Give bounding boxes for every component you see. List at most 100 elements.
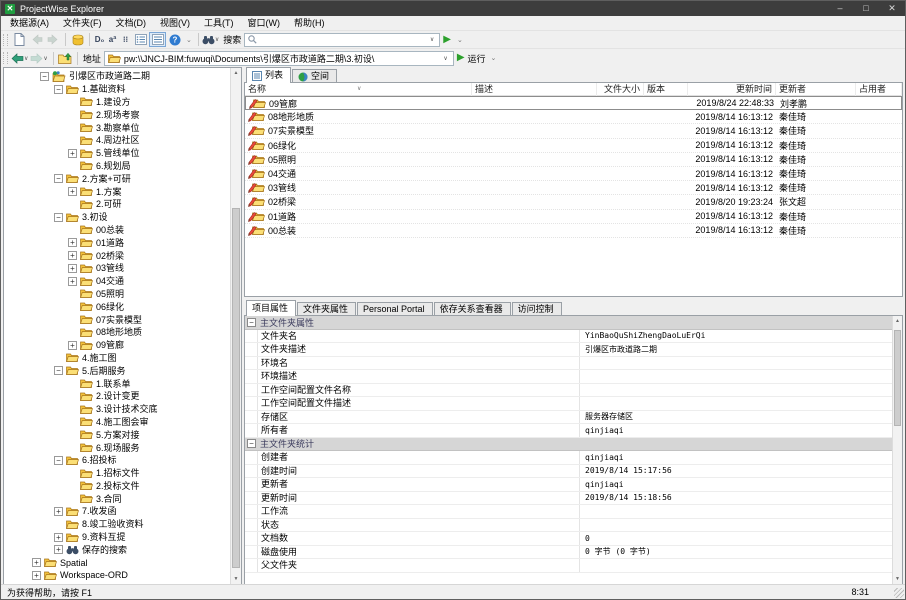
tree-item[interactable]: 2.投标文件 [4,480,230,493]
property-row[interactable]: 工作流 [245,505,902,519]
property-tab-Personal Portal[interactable]: Personal Portal [357,302,433,316]
property-row[interactable]: 更新时间2019/8/14 15:18:56 [245,492,902,506]
tree-scrollbar[interactable]: ▲ ▼ [230,68,241,584]
tree-item[interactable]: +01道路 [4,236,230,249]
view-tab-列表[interactable]: 列表 [246,67,291,83]
property-tab-访问控制[interactable]: 访问控制 [512,302,562,316]
tree-item[interactable]: 8.竣工验收资料 [4,518,230,531]
back-icon[interactable] [11,51,24,66]
tree-item[interactable]: 2.现场考察 [4,108,230,121]
expand-icon[interactable]: + [68,251,77,260]
menu-item[interactable]: 数据源(A) [3,16,56,30]
tree-item[interactable]: 4.施工图 [4,352,230,365]
search-go-icon[interactable]: ▶ [443,35,451,45]
property-row[interactable]: 环境名 [245,357,902,371]
toolbar-overflow-icon[interactable]: ⌄ [457,36,463,44]
property-row[interactable]: 状态 [245,519,902,533]
tree-item[interactable]: 1.建设方 [4,96,230,109]
address-input[interactable]: pw:\\JNCJ-BIM:fuwuqi\Documents\引爆区市政道路二期… [104,51,454,66]
property-group-header[interactable]: −主文件夹属性 [245,316,902,330]
scroll-up-icon[interactable]: ▲ [231,70,241,76]
address-value[interactable]: pw:\\JNCJ-BIM:fuwuqi\Documents\引爆区市政道路二期… [124,52,441,65]
property-row[interactable]: 文件夹名YinBaoQuShiZhengDaoLuErQi [245,330,902,344]
menu-item[interactable]: 文档(D) [109,16,154,30]
tree-item[interactable]: 3.合同 [4,492,230,505]
tree-item[interactable]: +7.收发函 [4,505,230,518]
column-header[interactable]: 更新者 [776,83,856,96]
tree-item[interactable]: −6.招投标 [4,454,230,467]
tree-item[interactable]: −引爆区市政道路二期 [4,70,230,83]
expand-icon[interactable]: + [68,149,77,158]
search-input[interactable]: ∨ [244,33,440,47]
go-up-folder-icon[interactable] [57,51,74,66]
export-icon[interactable] [69,32,86,47]
property-row[interactable]: 创建者qinjiaqi [245,451,902,465]
property-tab-文件夹属性[interactable]: 文件夹属性 [297,302,356,316]
details-view-icon[interactable] [149,32,166,47]
expand-icon[interactable]: + [32,558,41,567]
property-row[interactable]: 环境描述 [245,370,902,384]
list-view-icon[interactable] [132,32,149,47]
tree-item[interactable]: +09管廊 [4,339,230,352]
property-row[interactable]: 创建时间2019/8/14 15:17:56 [245,465,902,479]
tree-item[interactable]: −5.后期服务 [4,364,230,377]
column-header[interactable]: 名称∨ [245,83,472,96]
tree-item[interactable]: +5.管线单位 [4,147,230,160]
tree-item[interactable]: +1.方案 [4,185,230,198]
tree-item[interactable]: 2.可研 [4,198,230,211]
list-row[interactable]: 04交通2019/8/14 16:13:12秦佳琦 [245,167,902,181]
expand-icon[interactable]: + [54,545,63,554]
toolbar-overflow-icon[interactable]: ⌄ [491,54,497,62]
expand-icon[interactable]: + [68,238,77,247]
help-icon[interactable]: ? [166,32,183,47]
column-header[interactable]: 更新时间 [688,83,776,96]
tree-item[interactable]: 5.方案对接 [4,428,230,441]
tree-item[interactable]: 05照明 [4,288,230,301]
tree-item[interactable]: 1.招标文件 [4,467,230,480]
menu-item[interactable]: 工具(T) [197,16,241,30]
expand-icon[interactable]: + [68,187,77,196]
collapse-icon[interactable]: − [54,85,63,94]
view-tab-空间[interactable]: 空间 [292,69,337,83]
collapse-icon[interactable]: − [54,366,63,375]
collapse-icon[interactable]: − [54,174,63,183]
column-header[interactable]: 占用者 [856,83,902,96]
address-dropdown-caret-icon[interactable]: ∨ [443,55,447,62]
list-row[interactable]: 00总装2019/8/14 16:13:12秦佳琦 [245,224,902,238]
tree-item[interactable]: +Spatial [4,556,230,569]
property-tab-项目属性[interactable]: 项目属性 [246,300,296,316]
run-button[interactable]: 运行 [468,52,486,65]
forward-history-caret-icon[interactable]: ∨ [43,55,47,62]
tree-item[interactable]: +03管线 [4,262,230,275]
tree-item[interactable]: +9.资料互提 [4,531,230,544]
list-row[interactable]: 05照明2019/8/14 16:13:12秦佳琦 [245,153,902,167]
property-row[interactable]: 工作空间配置文件描述 [245,397,902,411]
tree-item[interactable]: −3.初设 [4,211,230,224]
tree-item[interactable]: 06绿化 [4,300,230,313]
property-row[interactable]: 更新者qinjiaqi [245,478,902,492]
menu-item[interactable]: 窗口(W) [241,16,288,30]
minimize-button[interactable]: – [827,1,853,16]
property-row[interactable]: 存储区服务器存储区 [245,411,902,425]
tree-item[interactable]: 6.规划局 [4,160,230,173]
list-row[interactable]: 08地形地质2019/8/14 16:13:12秦佳琦 [245,110,902,124]
tree-item[interactable]: 4.周边社区 [4,134,230,147]
list-row[interactable]: 02桥梁2019/8/20 19:23:24张文超 [245,195,902,209]
list-row[interactable]: 07实景模型2019/8/14 16:13:12秦佳琦 [245,124,902,138]
scroll-down-icon[interactable]: ▼ [893,576,902,582]
tree-item[interactable]: 07实景模型 [4,313,230,326]
more-attributes-icon[interactable]: ⁝⁝ [119,32,132,47]
tree-item[interactable]: +02桥梁 [4,249,230,262]
tree-item[interactable]: 6.现场服务 [4,441,230,454]
maximize-button[interactable]: □ [853,1,879,16]
tree-item[interactable]: +保存的搜索 [4,543,230,556]
menu-item[interactable]: 视图(V) [153,16,197,30]
new-document-icon[interactable] [11,32,28,47]
back-history-caret-icon[interactable]: ∨ [24,55,28,62]
toolbar-grip[interactable] [3,52,8,64]
property-row[interactable]: 文档数0 [245,532,902,546]
toolbar-grip[interactable] [3,34,8,46]
property-row[interactable]: 工作空间配置文件名称 [245,384,902,398]
tree-item[interactable]: −1.基础资料 [4,83,230,96]
properties-scrollbar-thumb[interactable] [894,330,901,426]
